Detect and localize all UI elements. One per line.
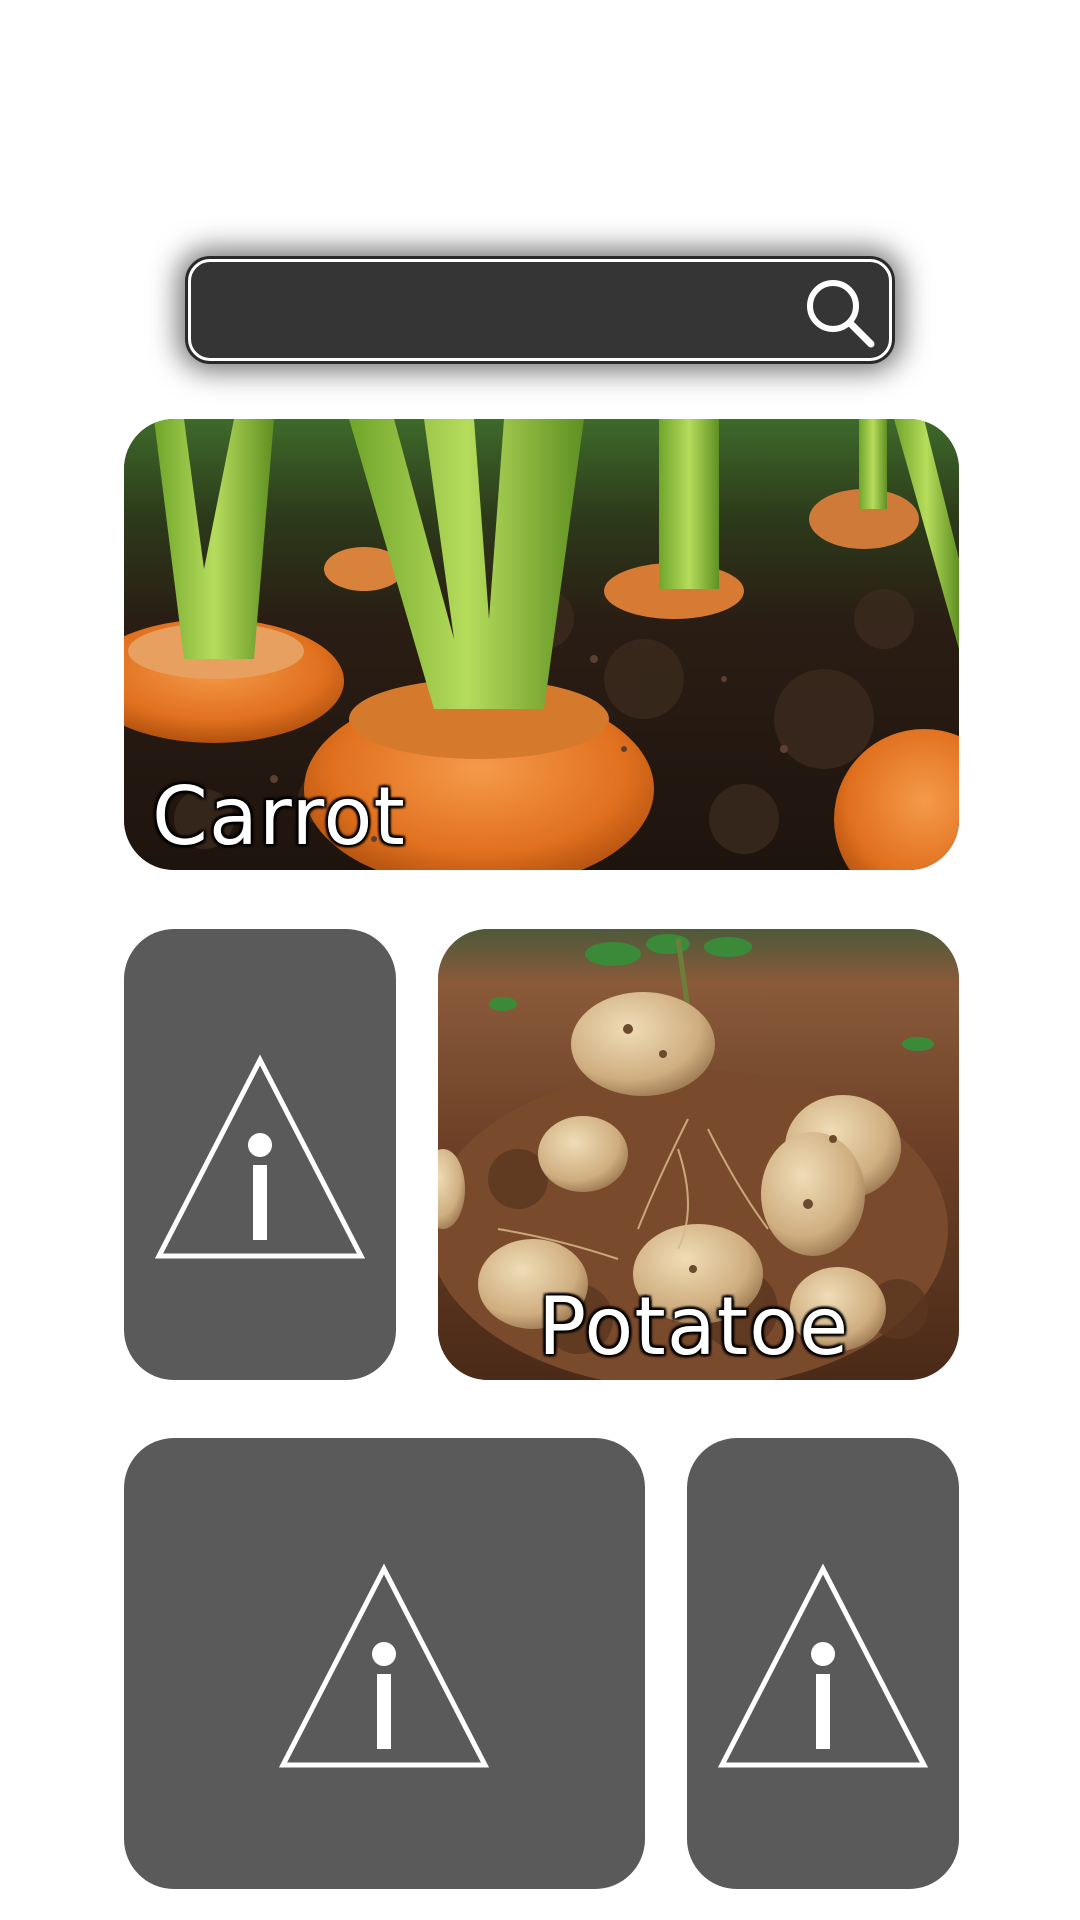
- search-bar: [188, 259, 892, 361]
- tile-placeholder[interactable]: [124, 1438, 645, 1889]
- tile-placeholder[interactable]: [687, 1438, 959, 1889]
- tile-placeholder[interactable]: [124, 929, 396, 1380]
- tile-carrot[interactable]: Carrot: [124, 419, 959, 870]
- image-missing-icon: [278, 1563, 490, 1768]
- tile-label-potato: Potatoe: [538, 1280, 850, 1373]
- image-missing-icon: [717, 1563, 929, 1768]
- tile-label-carrot: Carrot: [152, 770, 406, 863]
- search-icon[interactable]: [799, 272, 879, 352]
- vegetable-gallery-screen: Carrot Potatoe: [0, 0, 1080, 1920]
- image-missing-icon: [154, 1054, 366, 1259]
- search-input[interactable]: [215, 276, 779, 346]
- tile-potato[interactable]: Potatoe: [438, 929, 959, 1380]
